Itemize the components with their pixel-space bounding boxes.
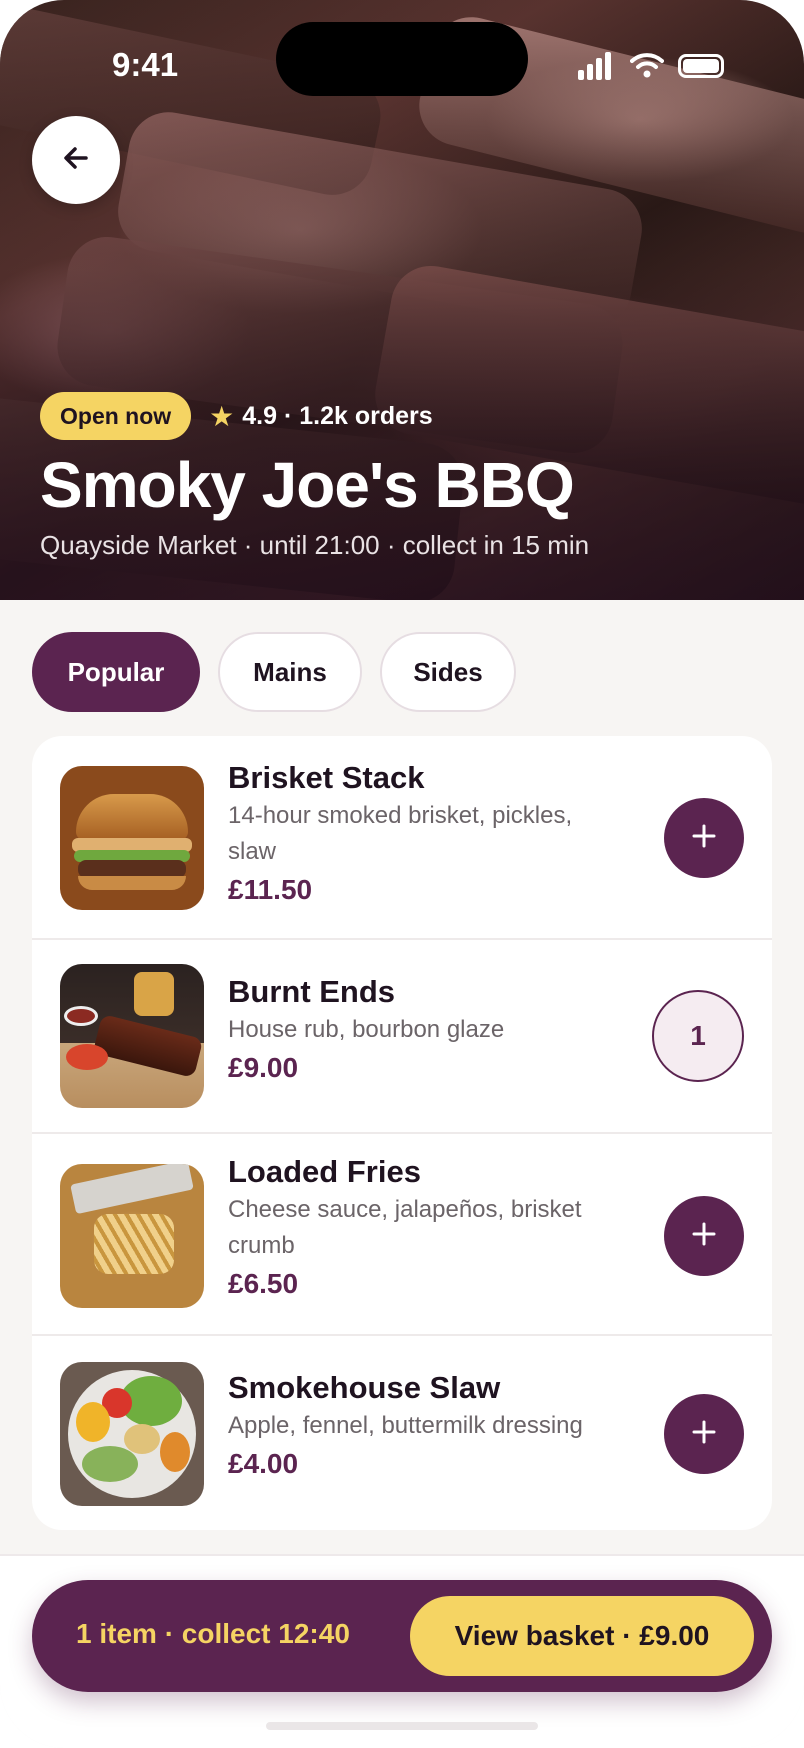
open-status-badge: Open now: [40, 392, 192, 440]
tab-mains[interactable]: Mains: [218, 632, 362, 712]
tab-popular[interactable]: Popular: [32, 632, 200, 712]
item-price: £11.50: [228, 874, 313, 905]
item-description: House rub, bourbon glaze: [228, 1016, 505, 1043]
restaurant-subtitle: Quayside Market · until 21:00 · collect …: [40, 530, 590, 560]
smokehouse-slaw-image: [60, 1362, 204, 1506]
item-price: £6.50: [228, 1268, 299, 1299]
add-to-basket-button[interactable]: [664, 798, 744, 878]
item-description: 14-hour smoked brisket, pickles, slaw: [228, 802, 573, 865]
cellular-signal-icon: [578, 52, 614, 80]
rating-text: 4.9 · 1.2k orders: [242, 401, 433, 430]
item-description: Cheese sauce, jalapeños, brisket crumb: [228, 1196, 582, 1259]
divider: [32, 938, 772, 940]
divider: [32, 1132, 772, 1134]
loaded-fries-image: [60, 1164, 204, 1308]
home-indicator: [266, 1722, 538, 1730]
view-basket-button[interactable]: View basket · £9.00: [410, 1596, 754, 1676]
wifi-icon: [630, 50, 664, 80]
battery-icon: [678, 54, 724, 78]
add-to-basket-button[interactable]: [664, 1394, 744, 1474]
menu-list: Brisket Stack 14-hour smoked brisket, pi…: [32, 736, 772, 1530]
burnt-ends-image: [60, 964, 204, 1108]
divider: [32, 1334, 772, 1336]
rating: ★ 4.9 · 1.2k orders: [209, 400, 433, 433]
cart-bar: 1 item · collect 12:40 View basket · £9.…: [32, 1580, 772, 1692]
item-quantity-button[interactable]: 1: [652, 990, 744, 1082]
item-description: Apple, fennel, buttermilk dressing: [228, 1412, 583, 1439]
cart-summary: 1 item · collect 12:40: [76, 1618, 350, 1649]
plus-icon: [691, 1221, 717, 1252]
item-price: £9.00: [228, 1052, 299, 1083]
tab-sides[interactable]: Sides: [380, 632, 516, 712]
status-time: 9:41: [112, 46, 179, 83]
item-name: Loaded Fries: [228, 1154, 421, 1189]
item-name: Burnt Ends: [228, 974, 396, 1009]
item-name: Smokehouse Slaw: [228, 1370, 501, 1405]
restaurant-title: Smoky Joe's BBQ: [40, 449, 575, 521]
status-bar: 9:41: [0, 0, 804, 120]
restaurant-meta: Open now ★ 4.9 · 1.2k orders: [40, 392, 433, 440]
item-name: Brisket Stack: [228, 760, 425, 795]
back-button[interactable]: [32, 116, 120, 204]
plus-icon: [691, 1419, 717, 1450]
dynamic-island: [276, 22, 528, 96]
plus-icon: [691, 823, 717, 854]
category-tabs: Popular Mains Sides: [32, 632, 534, 712]
star-icon: ★: [209, 400, 235, 432]
phone-screen: 9:41 Open now ★ 4.9 · 1.2k orders Smoky …: [0, 0, 804, 1748]
brisket-stack-image: [60, 766, 204, 910]
add-to-basket-button[interactable]: [664, 1196, 744, 1276]
arrow-left-icon: [60, 142, 92, 179]
item-price: £4.00: [228, 1448, 299, 1479]
